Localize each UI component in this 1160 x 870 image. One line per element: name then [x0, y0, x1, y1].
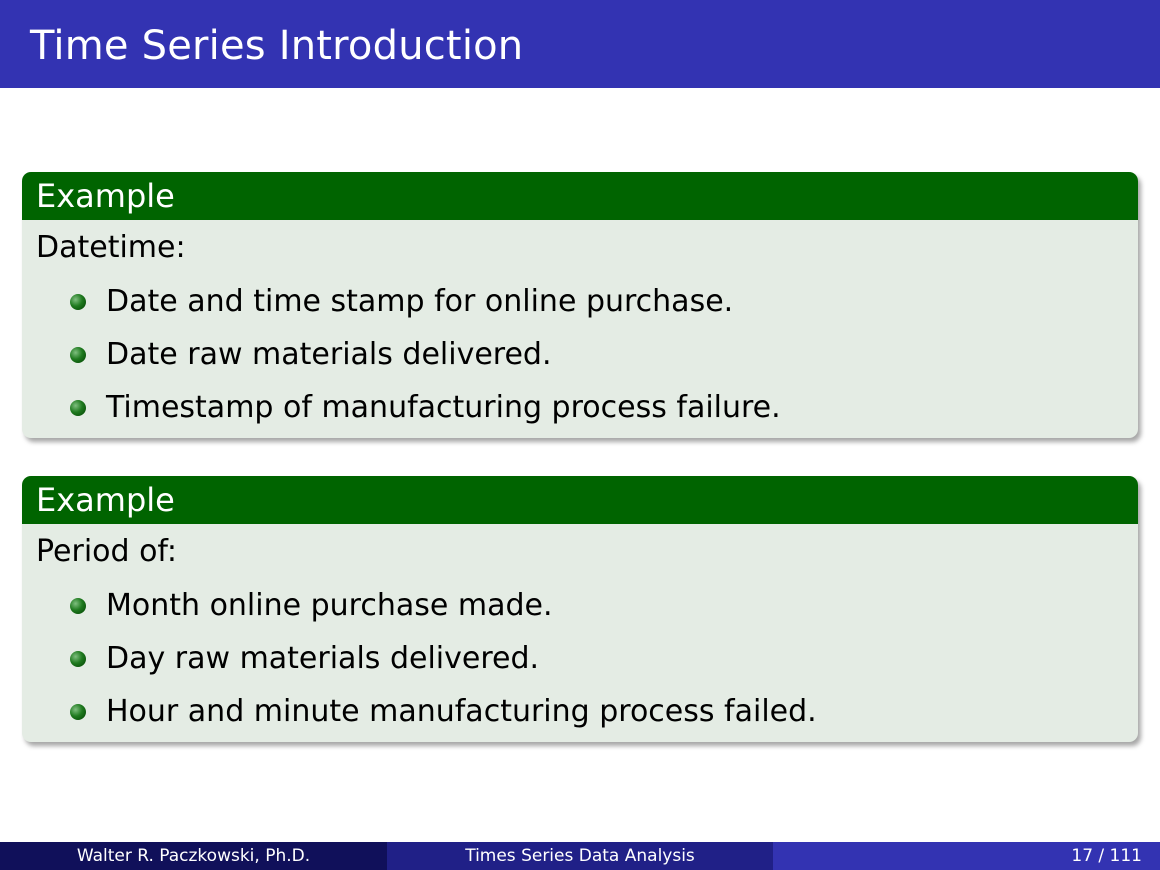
- block-intro: Datetime:: [36, 230, 186, 265]
- bullet-icon: [70, 400, 86, 416]
- list-item: Hour and minute manufacturing process fa…: [70, 692, 817, 742]
- block-intro: Period of:: [36, 534, 178, 569]
- bullet-icon: [70, 347, 86, 363]
- title-bar: Time Series Introduction: [0, 0, 1160, 88]
- list-item-text: Hour and minute manufacturing process fa…: [106, 694, 817, 729]
- slide-title: Time Series Introduction: [30, 23, 524, 69]
- list-item: Month online purchase made.: [70, 586, 817, 639]
- list-item: Day raw materials delivered.: [70, 639, 817, 692]
- footer: Walter R. Paczkowski, Ph.D. Times Series…: [0, 842, 1160, 870]
- footer-author: Walter R. Paczkowski, Ph.D.: [0, 842, 387, 870]
- page-number: 17 / 111: [773, 842, 1160, 870]
- bullet-list: Month online purchase made. Day raw mate…: [70, 586, 817, 742]
- bullet-icon: [70, 704, 86, 720]
- list-item-text: Day raw materials delivered.: [106, 641, 540, 676]
- list-item: Date raw materials delivered.: [70, 335, 781, 388]
- example-block-period: Example Period of: Month online purchase…: [22, 476, 1138, 742]
- list-item-text: Date raw materials delivered.: [106, 337, 552, 372]
- list-item: Timestamp of manufacturing process failu…: [70, 388, 781, 438]
- block-header: Example: [22, 172, 1138, 220]
- list-item-text: Date and time stamp for online purchase.: [106, 284, 734, 319]
- footer-title: Times Series Data Analysis: [387, 842, 773, 870]
- list-item-text: Month online purchase made.: [106, 588, 553, 623]
- example-block-datetime: Example Datetime: Date and time stamp fo…: [22, 172, 1138, 438]
- slide: Time Series Introduction Example Datetim…: [0, 0, 1160, 870]
- list-item: Date and time stamp for online purchase.: [70, 282, 781, 335]
- block-header: Example: [22, 476, 1138, 524]
- bullet-icon: [70, 598, 86, 614]
- list-item-text: Timestamp of manufacturing process failu…: [106, 390, 781, 425]
- bullet-list: Date and time stamp for online purchase.…: [70, 282, 781, 438]
- bullet-icon: [70, 651, 86, 667]
- bullet-icon: [70, 294, 86, 310]
